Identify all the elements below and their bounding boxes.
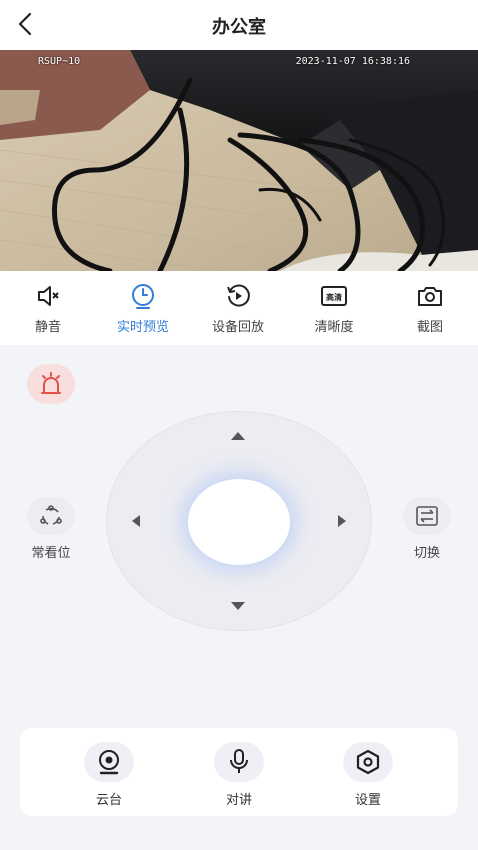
live-video-view[interactable]: RSUP~10 2023-11-07 16:38:16 (0, 50, 478, 271)
webcam-icon (99, 750, 119, 775)
header-bar: 办公室 (0, 0, 478, 50)
intercom-button[interactable]: 对讲 (209, 742, 269, 808)
camera-feed-image (0, 50, 478, 271)
camera-icon (418, 287, 442, 306)
intercom-circle (214, 742, 264, 782)
ptz-tab-label: 云台 (95, 793, 122, 808)
camera-label: RSUP~10 (38, 56, 81, 67)
preset-position-label: 常看位 (31, 546, 71, 561)
intercom-label: 对讲 (225, 793, 252, 808)
ptz-tab-button[interactable]: 云台 (79, 742, 139, 808)
clock-icon (132, 284, 154, 309)
switch-button[interactable]: 切换 (403, 497, 451, 561)
resolution-button[interactable]: 高清 清晰度 (294, 283, 374, 335)
screenshot-button[interactable]: 截图 (390, 283, 470, 335)
replay-icon (227, 284, 250, 307)
pan-up-arrow-icon[interactable] (231, 432, 245, 440)
mute-label: 静音 (34, 320, 61, 335)
screenshot-label: 截图 (416, 320, 443, 335)
resolution-label: 清晰度 (314, 320, 354, 335)
mute-icon (38, 286, 59, 306)
settings-button[interactable]: 设置 (338, 742, 398, 808)
pan-down-arrow-icon[interactable] (231, 602, 245, 610)
live-preview-button[interactable]: 实时预览 (103, 283, 183, 335)
video-timestamp: 2023-11-07 16:38:16 (295, 56, 410, 67)
switch-label: 切换 (413, 546, 440, 561)
pan-right-arrow-icon[interactable] (338, 515, 346, 527)
bottom-function-card: 云台 对讲 设置 (20, 728, 458, 816)
mute-button[interactable]: 静音 (8, 283, 88, 335)
alarm-button[interactable] (27, 364, 75, 404)
device-playback-button[interactable]: 设备回放 (198, 283, 278, 335)
orbit-icon (40, 505, 62, 525)
hd-badge-text: 高清 (326, 292, 342, 302)
page-title: 办公室 (212, 17, 266, 38)
device-playback-label: 设备回放 (211, 320, 264, 335)
switch-icon (416, 506, 438, 526)
switch-circle (403, 497, 451, 535)
settings-circle (343, 742, 393, 782)
hd-icon: 高清 (321, 286, 347, 306)
hex-settings-icon (356, 749, 380, 775)
ptz-tab-circle (84, 742, 134, 782)
video-toolbar: 静音 实时预览 设备回放 高清 清晰度 截图 (0, 271, 478, 345)
pan-left-arrow-icon[interactable] (132, 515, 140, 527)
live-preview-label: 实时预览 (116, 320, 169, 335)
microphone-icon (230, 749, 248, 773)
ptz-center-button[interactable] (188, 479, 290, 565)
alarm-icon (41, 372, 61, 394)
preset-position-button[interactable]: 常看位 (27, 497, 75, 561)
settings-label: 设置 (354, 793, 381, 808)
preset-position-circle (27, 497, 75, 535)
